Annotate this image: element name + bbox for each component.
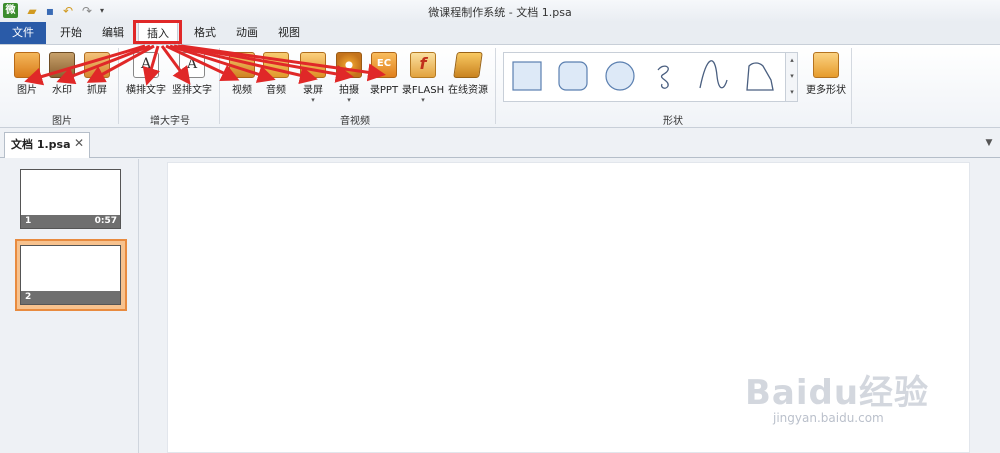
dropdown-arrow-icon[interactable]: ▾ [405,96,441,104]
group-separator [851,48,852,124]
group-label-enlarge-font: 增大字号 [150,116,190,127]
record-screen-button[interactable]: 录屏 ▾ [295,50,331,110]
group-label-shapes: 形状 [663,116,683,127]
online-resources-button[interactable]: 在线资源 [448,50,488,110]
document-tab-label: 文档 1.psa [11,138,71,151]
tab-animation[interactable]: 动画 [232,22,262,44]
tab-file[interactable]: 文件 [0,22,46,44]
rectangle-shape-icon[interactable] [511,60,543,92]
camera-icon [336,52,362,78]
watermark-brand: Baidu经验 [745,373,930,413]
screen-capture-button[interactable]: 抓屏 [79,50,115,110]
vertical-text-button[interactable]: A 竖排文字 [172,50,212,110]
online-resources-icon [453,52,483,78]
canvas-side-area [972,159,1000,453]
document-tab-strip [0,129,1000,158]
group-label-audio-video: 音视频 [340,116,370,127]
online-resources-label: 在线资源 [448,85,488,96]
freehand-shape-icon[interactable] [650,60,682,92]
more-shapes-label: 更多形状 [806,85,846,96]
slide-thumbnail-1[interactable]: 1 0:57 [20,169,121,229]
watermark-url: jingyan.baidu.com [773,411,884,425]
watermark-button[interactable]: 水印 [44,50,80,110]
horizontal-text-icon: A [133,52,159,78]
watermark-icon [49,52,75,78]
group-label-picture: 图片 [52,116,72,127]
record-screen-icon [300,52,326,78]
vertical-text-icon: A [179,52,205,78]
tab-start[interactable]: 开始 [56,22,86,44]
vertical-text-label: 竖排文字 [172,85,212,96]
insert-tab-highlight [133,20,182,44]
window-title: 微课程制作系统 - 文档 1.psa [428,6,572,19]
shoot-button[interactable]: 拍摄 ▾ [331,50,367,110]
group-separator [495,48,496,124]
flash-icon: f [410,52,436,78]
record-ppt-icon: EC [371,52,397,78]
record-flash-button[interactable]: f 录FLASH ▾ [402,50,444,110]
gallery-up-icon[interactable]: ▴ [787,53,797,68]
tab-format[interactable]: 格式 [190,22,220,44]
tab-view[interactable]: 视图 [274,22,304,44]
slide-info-bar: 1 0:57 [21,215,120,228]
audio-button[interactable]: 音频 [258,50,294,110]
slide-number: 1 [25,216,32,226]
polygon-shape-icon[interactable] [743,60,775,92]
record-ppt-button[interactable]: EC 录PPT [366,50,402,110]
rounded-rectangle-shape-icon[interactable] [557,60,589,92]
slide-info-bar: 2 [21,291,120,304]
horizontal-text-button[interactable]: A 横排文字 [126,50,166,110]
close-icon[interactable]: ✕ [72,136,86,150]
slide-duration: 0:57 [94,216,117,226]
audio-icon [263,52,289,78]
video-icon [229,52,255,78]
screen-capture-icon [84,52,110,78]
more-shapes-button[interactable]: 更多形状 [806,50,846,110]
more-shapes-icon [813,52,839,78]
picture-button[interactable]: 图片 [9,50,45,110]
slide-thumbnail-2[interactable]: 2 [20,245,121,305]
curve-shape-icon[interactable] [697,60,729,92]
dropdown-arrow-icon[interactable]: ▾ [295,96,331,104]
dropdown-arrow-icon[interactable]: ▾ [331,96,367,104]
tab-edit[interactable]: 编辑 [98,22,128,44]
ellipse-shape-icon[interactable] [604,60,636,92]
video-button[interactable]: 视频 [224,50,260,110]
picture-icon [14,52,40,78]
tab-list-dropdown-icon[interactable]: ▼ [982,138,996,148]
slide-number: 2 [25,292,32,302]
